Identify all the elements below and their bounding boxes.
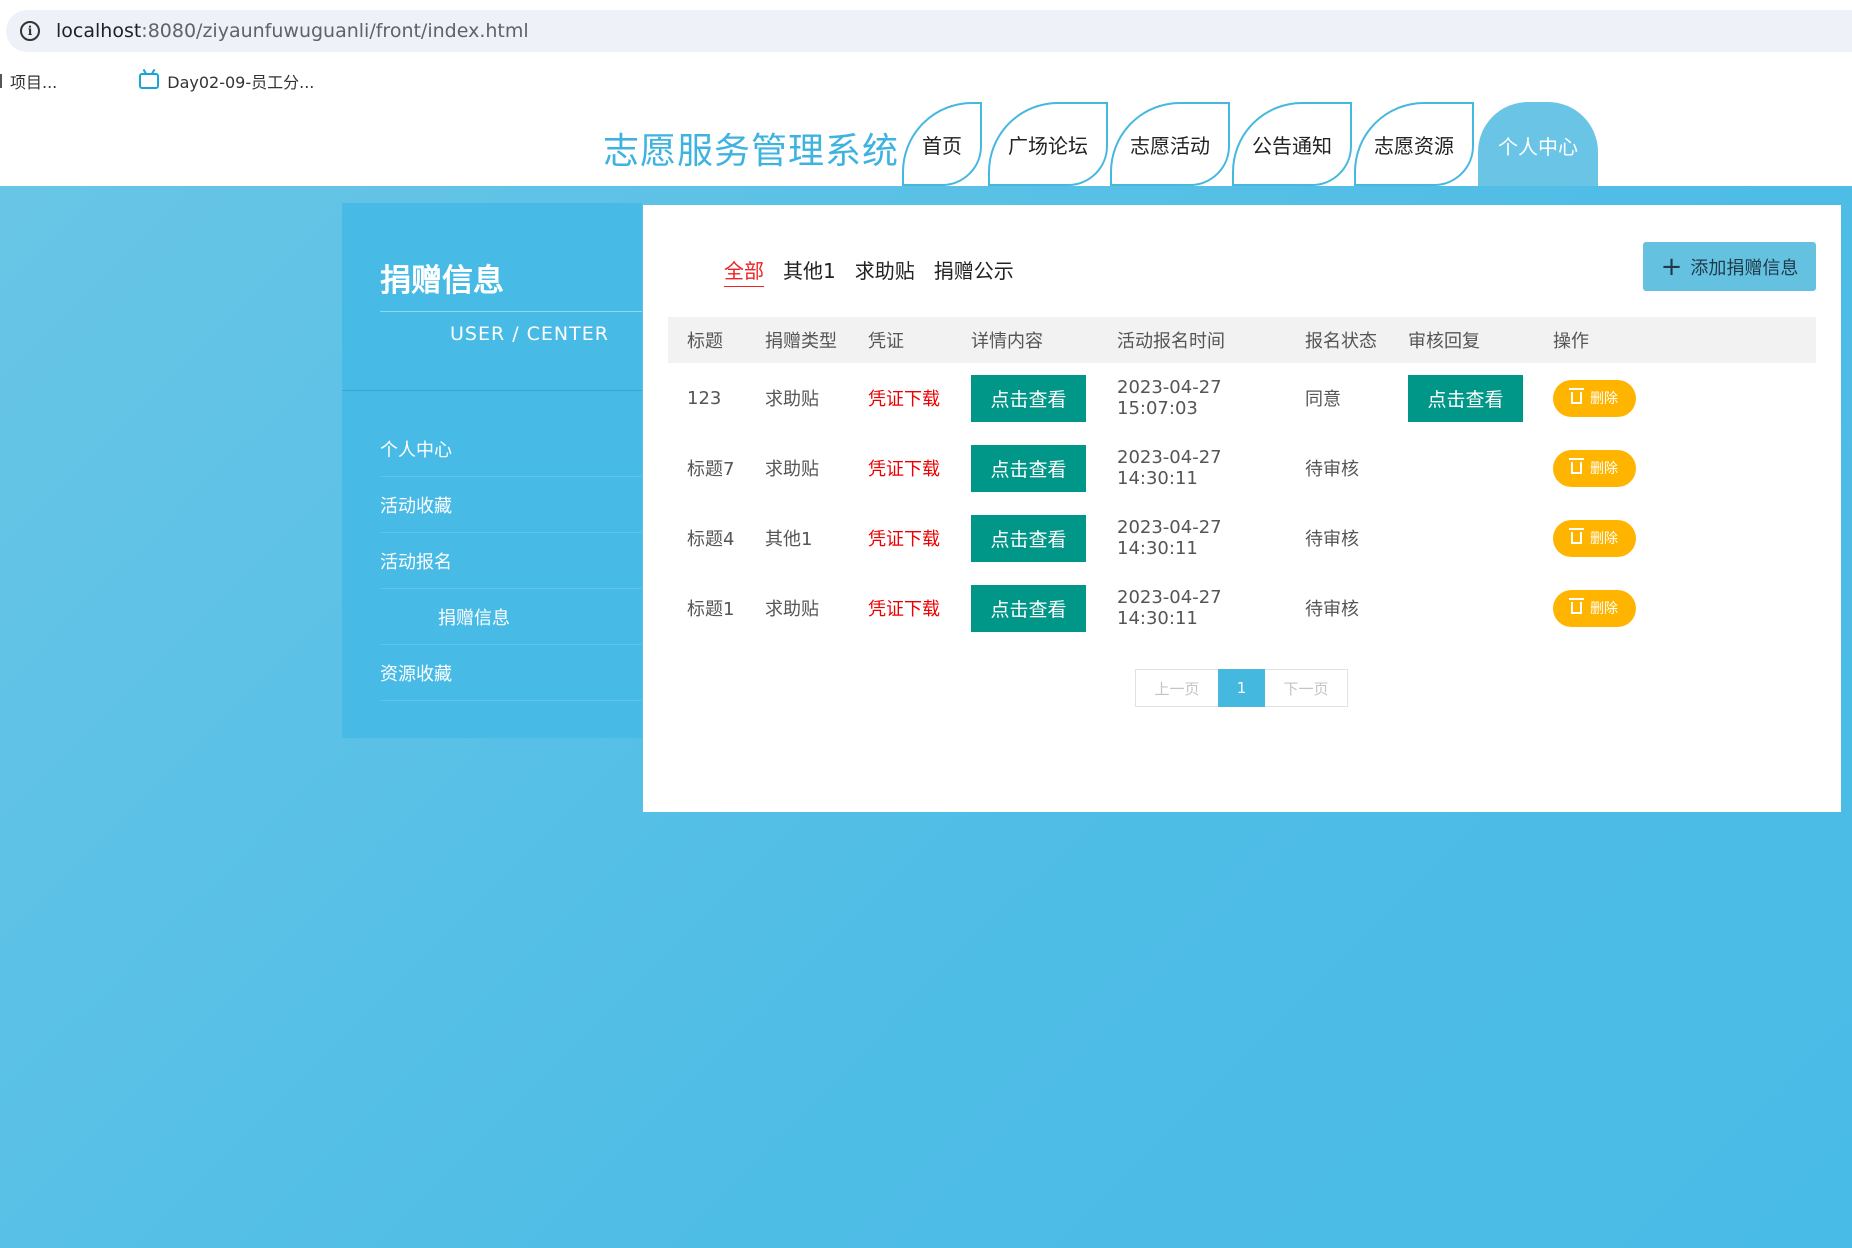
delete-button[interactable]: 删除: [1553, 519, 1636, 557]
current-page[interactable]: 1: [1218, 669, 1265, 707]
cell-reply: [1389, 433, 1534, 503]
cell-title: 标题7: [687, 459, 735, 480]
prev-page-button[interactable]: 上一页: [1135, 669, 1218, 707]
site-info-icon[interactable]: i: [20, 21, 40, 41]
pagination: 上一页 1 下一页: [1135, 669, 1348, 707]
cell-detail: 点击查看: [952, 363, 1098, 433]
sidebar-subtitle: USER / CENTER: [450, 323, 609, 345]
folder-icon: [0, 74, 4, 88]
proof-download-link[interactable]: 凭证下载: [849, 503, 952, 573]
trash-icon: [1569, 598, 1584, 614]
col-proof: 凭证: [868, 331, 904, 352]
trash-icon: [1569, 528, 1584, 544]
cell-title: 标题4: [687, 529, 735, 550]
trash-icon: [1569, 388, 1584, 404]
cell-time: 2023-04-27 14:30:11: [1117, 587, 1222, 629]
proof-download-link[interactable]: 凭证下载: [849, 433, 952, 503]
add-donation-button[interactable]: + 添加捐赠信息: [1643, 242, 1816, 291]
site-header: 志愿服务管理系统 首页 广场论坛 志愿活动 公告通知 志愿资源 个人中心: [0, 100, 1852, 186]
col-status: 报名状态: [1305, 331, 1377, 352]
col-actions: 操作: [1553, 331, 1589, 352]
site-title: 志愿服务管理系统: [603, 131, 900, 172]
cell-actions: 删除: [1534, 503, 1816, 573]
view-reply-button[interactable]: 点击查看: [1408, 374, 1523, 422]
cell-type: 其他1: [765, 529, 813, 550]
delete-button[interactable]: 删除: [1553, 449, 1636, 487]
cell-detail: 点击查看: [952, 433, 1098, 503]
trash-icon: [1569, 458, 1584, 474]
donation-table: 标题 捐赠类型 凭证 详情内容 活动报名时间 报名状态 审核回复 操作 123 …: [668, 317, 1816, 643]
col-type: 捐赠类型: [765, 331, 837, 352]
sidebar-item-activity-signup[interactable]: 活动报名: [380, 533, 642, 589]
filter-help-post[interactable]: 求助贴: [855, 255, 915, 287]
cell-reply: [1389, 503, 1534, 573]
nav-forum[interactable]: 广场论坛: [988, 102, 1108, 186]
sidebar-item-donations[interactable]: 捐赠信息: [380, 589, 642, 645]
plus-icon: +: [1660, 251, 1683, 282]
sidebar-title: 捐赠信息: [380, 263, 504, 299]
url-text[interactable]: localhost:8080/ziyaunfuwuguanli/front/in…: [56, 20, 529, 42]
table-row: 标题7 求助贴 凭证下载 点击查看 2023-04-27 14:30:11 待审…: [668, 433, 1816, 503]
sidebar-divider: [342, 390, 642, 391]
view-detail-button[interactable]: 点击查看: [971, 584, 1086, 632]
filter-all[interactable]: 全部: [724, 255, 764, 287]
cell-reply: [1389, 573, 1534, 643]
cell-detail: 点击查看: [952, 503, 1098, 573]
sidebar-item-resource-favorites[interactable]: 资源收藏: [380, 645, 642, 701]
nav-activities[interactable]: 志愿活动: [1110, 102, 1230, 186]
filter-donation-notice[interactable]: 捐赠公示: [934, 255, 1014, 287]
cell-time: 2023-04-27 14:30:11: [1117, 517, 1222, 559]
cell-type: 求助贴: [765, 599, 819, 620]
bilibili-tv-icon: [139, 73, 160, 89]
cell-actions: 删除: [1534, 363, 1816, 433]
bookmark-project[interactable]: 项目...: [0, 69, 57, 93]
view-detail-button[interactable]: 点击查看: [971, 514, 1086, 562]
sidebar-item-activity-favorites[interactable]: 活动收藏: [380, 477, 642, 533]
bookmarks-bar: 项目... Day02-09-员工分...: [0, 62, 1852, 100]
cell-detail: 点击查看: [952, 573, 1098, 643]
table-row: 标题1 求助贴 凭证下载 点击查看 2023-04-27 14:30:11 待审…: [668, 573, 1816, 643]
sidebar-menu: 个人中心 活动收藏 活动报名 捐赠信息 资源收藏: [380, 421, 642, 701]
cell-reply: 点击查看: [1389, 363, 1534, 433]
cell-actions: 删除: [1534, 573, 1816, 643]
nav-home[interactable]: 首页: [902, 102, 982, 186]
sidebar: 捐赠信息 USER / CENTER 个人中心 活动收藏 活动报名 捐赠信息 资…: [342, 203, 642, 738]
col-review-reply: 审核回复: [1408, 331, 1480, 352]
cell-status: 待审核: [1305, 529, 1359, 550]
cell-actions: 删除: [1534, 433, 1816, 503]
view-detail-button[interactable]: 点击查看: [971, 374, 1086, 422]
col-signup-time: 活动报名时间: [1117, 331, 1225, 352]
nav-resources[interactable]: 志愿资源: [1354, 102, 1474, 186]
delete-button[interactable]: 删除: [1553, 589, 1636, 627]
next-page-button[interactable]: 下一页: [1265, 669, 1348, 707]
sidebar-title-divider: [380, 311, 642, 312]
view-detail-button[interactable]: 点击查看: [971, 444, 1086, 492]
nav-user-center[interactable]: 个人中心: [1478, 102, 1598, 186]
cell-title: 123: [687, 387, 722, 409]
cell-time: 2023-04-27 14:30:11: [1117, 447, 1222, 489]
col-detail: 详情内容: [971, 331, 1043, 352]
main-panel: 全部 其他1 求助贴 捐赠公示 + 添加捐赠信息 标题 捐赠类型 凭证 详情内容…: [643, 205, 1841, 812]
url-field[interactable]: i localhost:8080/ziyaunfuwuguanli/front/…: [6, 10, 1852, 52]
category-filters: 全部 其他1 求助贴 捐赠公示: [724, 255, 1033, 287]
cell-time: 2023-04-27 15:07:03: [1117, 377, 1222, 419]
cell-status: 待审核: [1305, 599, 1359, 620]
sidebar-item-user-center[interactable]: 个人中心: [380, 421, 642, 477]
filter-other1[interactable]: 其他1: [783, 255, 836, 287]
col-title: 标题: [687, 331, 723, 352]
cell-type: 求助贴: [765, 459, 819, 480]
bookmark-day02[interactable]: Day02-09-员工分...: [139, 69, 314, 93]
table-header-row: 标题 捐赠类型 凭证 详情内容 活动报名时间 报名状态 审核回复 操作: [668, 317, 1816, 363]
cell-type: 求助贴: [765, 389, 819, 410]
cell-status: 同意: [1305, 389, 1341, 410]
nav-notices[interactable]: 公告通知: [1232, 102, 1352, 186]
address-bar: i localhost:8080/ziyaunfuwuguanli/front/…: [0, 0, 1852, 62]
proof-download-link[interactable]: 凭证下载: [849, 363, 952, 433]
delete-button[interactable]: 删除: [1553, 379, 1636, 417]
table-row: 标题4 其他1 凭证下载 点击查看 2023-04-27 14:30:11 待审…: [668, 503, 1816, 573]
cell-title: 标题1: [687, 599, 735, 620]
table-row: 123 求助贴 凭证下载 点击查看 2023-04-27 15:07:03 同意…: [668, 363, 1816, 433]
proof-download-link[interactable]: 凭证下载: [849, 573, 952, 643]
cell-status: 待审核: [1305, 459, 1359, 480]
